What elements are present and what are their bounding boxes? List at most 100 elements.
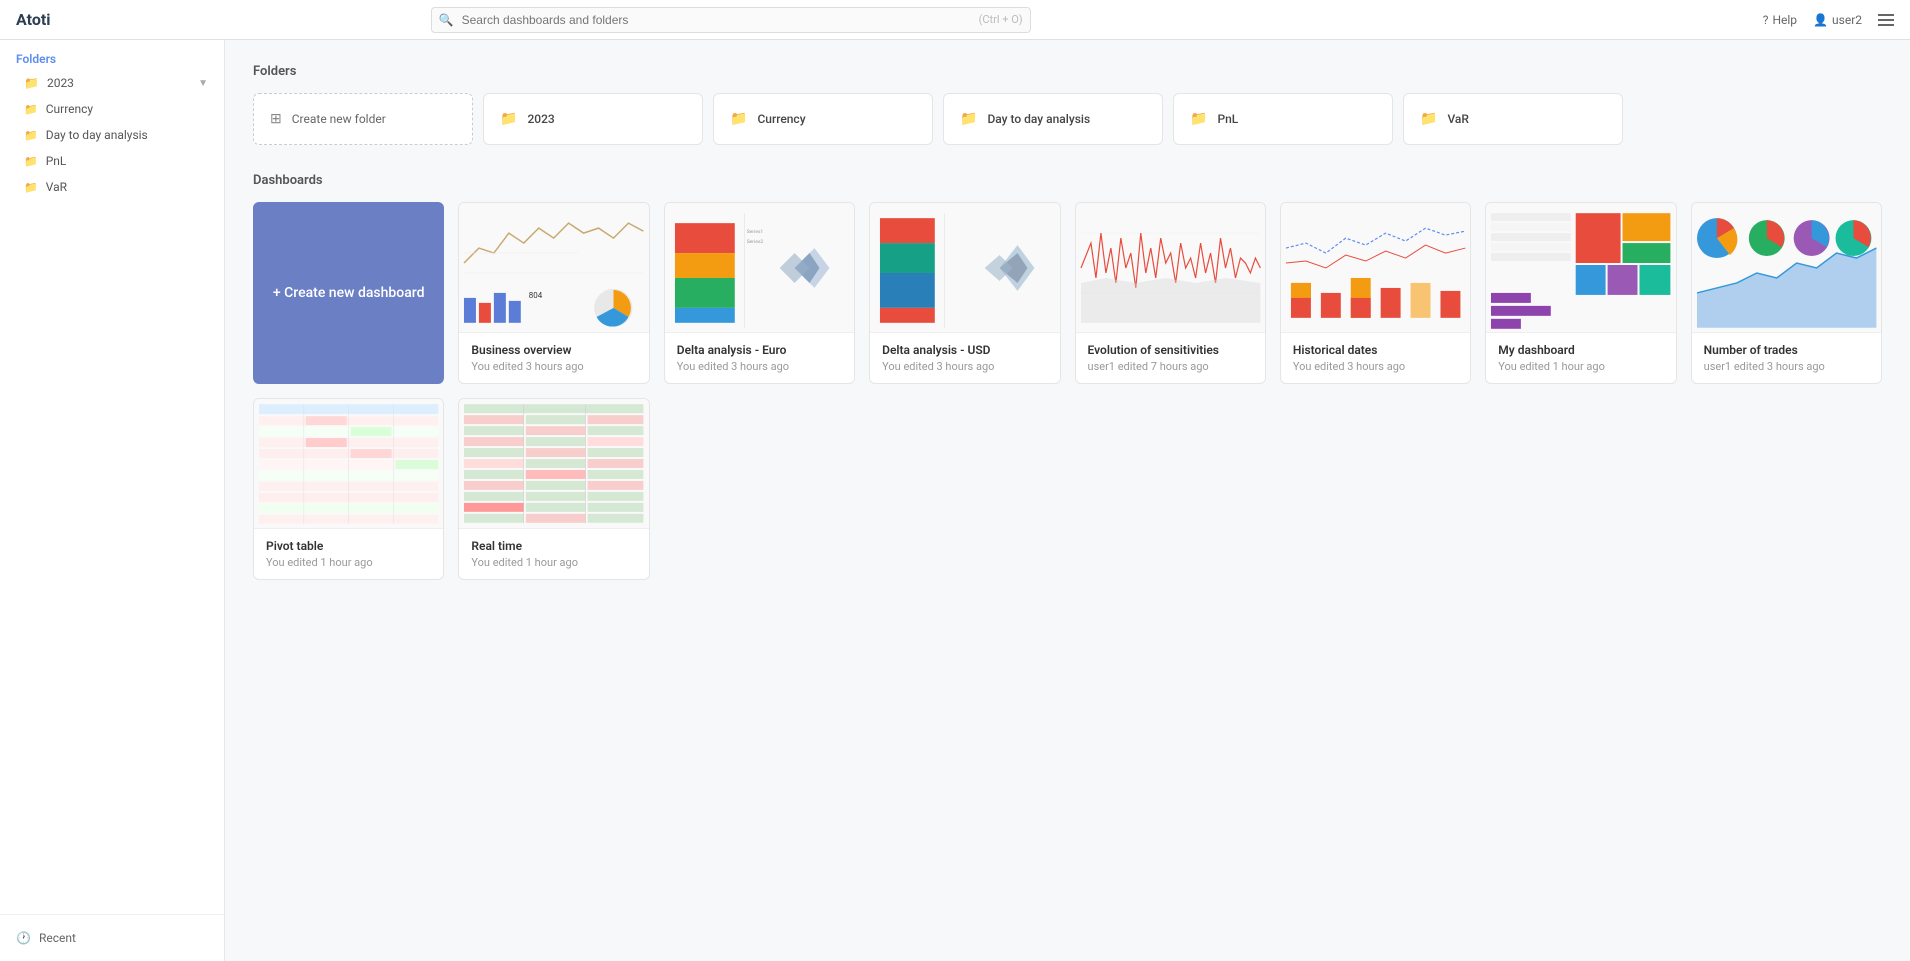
app-logo: Atoti [16,10,51,29]
folder-icon: 📁 [24,129,38,142]
dashboard-meta: user1 edited 7 hours ago [1088,360,1253,373]
sidebar-item-label: 2023 [47,76,74,90]
folder-icon: 📁 [1420,111,1437,127]
folder-card-currency[interactable]: 📁 Currency [713,93,933,145]
dashboard-meta: You edited 3 hours ago [677,360,842,373]
folder-icon: 📁 [1190,111,1207,127]
dashboard-card-my-dashboard[interactable]: My dashboard You edited 1 hour ago [1485,202,1676,384]
dashboard-meta: You edited 3 hours ago [1293,360,1458,373]
sidebar-folders-title[interactable]: Folders [16,52,208,66]
layout: Folders 📁 2023 ▼ 📁 Currency 📁 Day to day… [0,40,1910,961]
topbar: Atoti 🔍 (Ctrl + O) ? Help 👤 user2 [0,0,1910,40]
dashboard-card-evolution[interactable]: Evolution of sensitivities user1 edited … [1075,202,1266,384]
dashboard-name: Real time [471,539,636,553]
dashboard-card-business-overview[interactable]: 804 Business overview You edited 3 hours… [458,202,649,384]
chevron-down-icon: ▼ [198,78,208,89]
dashboard-info-num-trades: Number of trades user1 edited 3 hours ag… [1692,333,1881,383]
dashboard-preview-business-overview: 804 [459,203,648,333]
topbar-right: ? Help 👤 user2 [1763,13,1894,27]
dashboards-section-title: Dashboards [253,173,1882,188]
dashboard-meta: user1 edited 3 hours ago [1704,360,1869,373]
sidebar-item-label: Currency [46,102,93,116]
dashboard-card-historical[interactable]: Historical dates You edited 3 hours ago [1280,202,1471,384]
search-icon: 🔍 [439,13,454,27]
dashboard-card-delta-usd[interactable]: Delta analysis - USD You edited 3 hours … [869,202,1060,384]
dashboard-name: Number of trades [1704,343,1869,357]
sidebar-item-label: VaR [46,180,67,194]
dashboard-info-delta-euro: Delta analysis - Euro You edited 3 hours… [665,333,854,383]
folder-card-day-to-day[interactable]: 📁 Day to day analysis [943,93,1163,145]
sidebar-recent-item[interactable]: 🕐 Recent [16,927,208,949]
user-icon: 👤 [1813,13,1828,27]
search-shortcut: (Ctrl + O) [979,13,1023,26]
folder-icon: 📁 [500,111,517,127]
dashboard-meta: You edited 1 hour ago [266,556,431,569]
dashboard-preview-historical [1281,203,1470,333]
create-folder-label: Create new folder [292,112,386,126]
svg-text:Series2: Series2 [746,239,763,245]
dashboard-card-real-time[interactable]: Real time You edited 1 hour ago [458,398,649,580]
dashboard-info-historical: Historical dates You edited 3 hours ago [1281,333,1470,383]
dashboard-name: Business overview [471,343,636,357]
dashboard-preview-pivot [254,399,443,529]
add-icon: ⊞ [270,111,282,127]
create-folder-card[interactable]: ⊞ Create new folder [253,93,473,145]
folder-icon: 📁 [24,103,38,116]
folder-name: VaR [1447,112,1469,126]
folder-icon: 📁 [730,111,747,127]
folder-name: PnL [1217,112,1238,126]
help-label: Help [1772,13,1797,27]
sidebar-item-var[interactable]: 📁 VaR [0,174,224,200]
folder-card-var[interactable]: 📁 VaR [1403,93,1623,145]
dashboard-meta: You edited 1 hour ago [471,556,636,569]
sidebar-item-label: Day to day analysis [46,128,148,142]
dashboards-grid: + Create new dashboard 804 [253,202,1882,580]
main-content: Folders ⊞ Create new folder 📁 2023 📁 Cur… [225,40,1910,961]
svg-text:804: 804 [529,290,543,299]
sidebar-item-pnl[interactable]: 📁 PnL [0,148,224,174]
menu-line [1878,24,1894,26]
menu-line [1878,19,1894,21]
user-label: user2 [1832,13,1862,27]
dashboard-meta: You edited 3 hours ago [882,360,1047,373]
create-dashboard-label: + Create new dashboard [273,285,425,301]
sidebar-item-currency[interactable]: 📁 Currency [0,96,224,122]
dashboard-name: Evolution of sensitivities [1088,343,1253,357]
dashboard-preview-real-time [459,399,648,529]
menu-button[interactable] [1878,14,1894,26]
folder-icon: 📁 [24,155,38,168]
dashboard-card-num-trades[interactable]: Number of trades user1 edited 3 hours ag… [1691,202,1882,384]
svg-text:Series1: Series1 [746,229,762,235]
dashboard-info-pivot: Pivot table You edited 1 hour ago [254,529,443,579]
dashboard-info-business-overview: Business overview You edited 3 hours ago [459,333,648,383]
sidebar-item-label: PnL [46,154,67,168]
help-button[interactable]: ? Help [1763,13,1797,27]
clock-icon: 🕐 [16,931,31,945]
folder-card-pnl[interactable]: 📁 PnL [1173,93,1393,145]
create-dashboard-card[interactable]: + Create new dashboard [253,202,444,384]
recent-label: Recent [39,931,76,945]
dashboard-name: Pivot table [266,539,431,553]
dashboard-preview-delta-euro: Series1 Series2 [665,203,854,333]
sidebar: Folders 📁 2023 ▼ 📁 Currency 📁 Day to day… [0,40,225,961]
sidebar-item-day-to-day[interactable]: 📁 Day to day analysis [0,122,224,148]
dashboard-preview-evolution [1076,203,1265,333]
menu-line [1878,14,1894,16]
folders-section-title: Folders [253,64,1882,79]
folder-icon: 📁 [24,76,39,90]
dashboard-name: Delta analysis - USD [882,343,1047,357]
folder-icon: 📁 [24,181,38,194]
user-button[interactable]: 👤 user2 [1813,13,1862,27]
folder-card-2023[interactable]: 📁 2023 [483,93,703,145]
dashboard-preview-delta-usd [870,203,1059,333]
dashboard-name: Historical dates [1293,343,1458,357]
search-input[interactable] [431,7,1031,33]
dashboard-preview-num-trades [1692,203,1881,333]
folder-name: Day to day analysis [987,112,1090,126]
sidebar-folders-section: Folders [0,40,224,70]
dashboard-meta: You edited 3 hours ago [471,360,636,373]
dashboard-card-delta-euro[interactable]: Series1 Series2 Delta analysis - Euro Yo… [664,202,855,384]
dashboard-card-pivot[interactable]: Pivot table You edited 1 hour ago [253,398,444,580]
sidebar-bottom: 🕐 Recent [0,914,224,961]
sidebar-item-2023[interactable]: 📁 2023 ▼ [0,70,224,96]
